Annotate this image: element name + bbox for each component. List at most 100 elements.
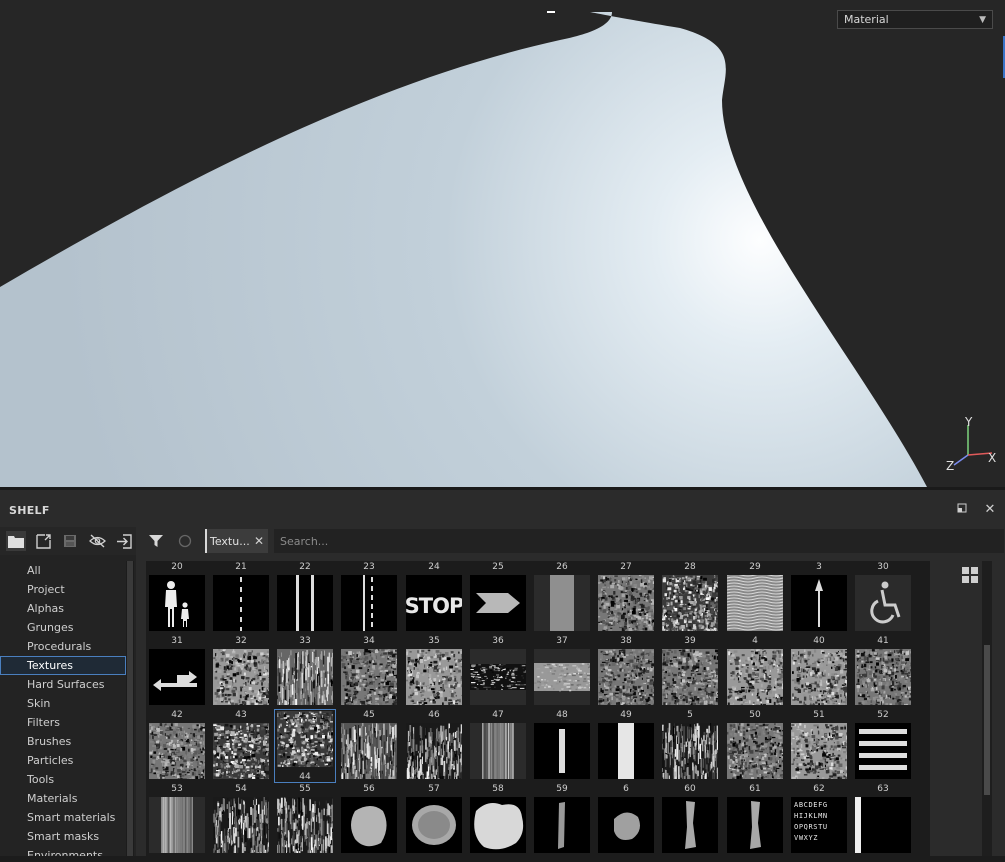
- shelf-categories-panel: All Project Alphas Grunges Procedurals T…: [0, 527, 136, 862]
- resource-item-36[interactable]: 36: [467, 635, 529, 709]
- resource-item-42[interactable]: 42: [146, 709, 208, 783]
- resource-item-59[interactable]: 59: [531, 783, 593, 857]
- resource-item-3[interactable]: 3: [788, 561, 850, 635]
- resource-item-label: 37: [556, 636, 568, 646]
- shelf-header: SHELF ✕: [0, 493, 1005, 527]
- resource-item-25[interactable]: 25: [467, 561, 529, 635]
- resource-item-57[interactable]: 57: [403, 783, 465, 857]
- category-smart-materials[interactable]: Smart materials: [0, 808, 126, 827]
- resource-item-5[interactable]: 5: [659, 709, 721, 783]
- category-procedurals[interactable]: Procedurals: [0, 637, 126, 656]
- resource-thumbnail: [534, 575, 590, 631]
- hide-icon[interactable]: [87, 531, 107, 551]
- 3d-viewport[interactable]: Material ▼ Y X Z: [0, 0, 1005, 490]
- resource-item-label: 56: [363, 784, 375, 794]
- resource-item-label: 55: [299, 784, 311, 794]
- category-materials[interactable]: Materials: [0, 789, 126, 808]
- resource-item-label: 39: [684, 636, 696, 646]
- resource-item-label: 21: [235, 562, 247, 572]
- resource-item-24[interactable]: 24 STOP: [403, 561, 465, 635]
- resource-item-52[interactable]: 52: [852, 709, 914, 783]
- resource-item-27[interactable]: 27: [595, 561, 657, 635]
- resource-thumbnail: [855, 649, 911, 705]
- resource-thumbnail: [662, 723, 718, 779]
- filter-icon[interactable]: [147, 532, 165, 550]
- resource-item-63[interactable]: 63: [852, 783, 914, 857]
- category-particles[interactable]: Particles: [0, 751, 126, 770]
- resource-item-58[interactable]: 58: [467, 783, 529, 857]
- resource-item-31[interactable]: 31: [146, 635, 208, 709]
- resource-item-46[interactable]: 46: [403, 709, 465, 783]
- resource-item-21[interactable]: 21: [210, 561, 272, 635]
- resource-item-60[interactable]: 60: [659, 783, 721, 857]
- resource-item-26[interactable]: 26: [531, 561, 593, 635]
- resource-item-41[interactable]: 41: [852, 635, 914, 709]
- maximize-icon[interactable]: [955, 503, 969, 517]
- svg-text:STOP: STOP: [406, 594, 462, 618]
- close-icon[interactable]: ✕: [983, 503, 997, 517]
- resource-item-62[interactable]: 62 ABCDEFG HIJKLMN OPQRSTU VWXYZ: [788, 783, 850, 857]
- category-all[interactable]: All: [0, 561, 126, 580]
- resource-item-33[interactable]: 33: [274, 635, 336, 709]
- filter-chip-textures[interactable]: Textu... ✕: [205, 529, 268, 553]
- resource-item-43[interactable]: 43: [210, 709, 272, 783]
- resource-thumbnail: [213, 649, 269, 705]
- resource-item-50[interactable]: 50: [724, 709, 786, 783]
- resource-item-20[interactable]: 20: [146, 561, 208, 635]
- resource-item-4[interactable]: 4: [724, 635, 786, 709]
- resource-item-48[interactable]: 48: [531, 709, 593, 783]
- category-hard-surfaces[interactable]: Hard Surfaces: [0, 675, 126, 694]
- resource-item-28[interactable]: 28: [659, 561, 721, 635]
- resource-item-30[interactable]: 30: [852, 561, 914, 635]
- resource-thumbnail: [149, 797, 205, 853]
- resource-thumbnail: [470, 649, 526, 705]
- category-scrollbar[interactable]: [126, 561, 134, 862]
- new-resource-icon[interactable]: [33, 531, 53, 551]
- resource-item-23[interactable]: 23: [338, 561, 400, 635]
- resource-item-39[interactable]: 39: [659, 635, 721, 709]
- resource-item-40[interactable]: 40: [788, 635, 850, 709]
- resource-thumbnail: [727, 575, 783, 631]
- resource-item-47[interactable]: 47: [467, 709, 529, 783]
- folder-icon[interactable]: [6, 531, 26, 551]
- resource-item-22[interactable]: 22: [274, 561, 336, 635]
- category-skin[interactable]: Skin: [0, 694, 126, 713]
- close-icon[interactable]: ✕: [254, 534, 264, 548]
- category-textures[interactable]: Textures: [0, 656, 126, 675]
- resource-item-29[interactable]: 29: [724, 561, 786, 635]
- resource-item-34[interactable]: 34: [338, 635, 400, 709]
- search-input[interactable]: [274, 529, 1004, 553]
- resource-item-53[interactable]: 53: [146, 783, 208, 857]
- resource-item-35[interactable]: 35: [403, 635, 465, 709]
- category-grunges[interactable]: Grunges: [0, 618, 126, 637]
- category-smart-masks[interactable]: Smart masks: [0, 827, 126, 846]
- resource-thumbnail: [534, 797, 590, 853]
- resource-item-37[interactable]: 37: [531, 635, 593, 709]
- category-filters[interactable]: Filters: [0, 713, 126, 732]
- category-project[interactable]: Project: [0, 580, 126, 599]
- resource-item-label: 28: [684, 562, 696, 572]
- resource-item-32[interactable]: 32: [210, 635, 272, 709]
- import-icon[interactable]: [114, 531, 134, 551]
- save-icon[interactable]: [60, 531, 80, 551]
- resource-item-45[interactable]: 45: [338, 709, 400, 783]
- category-alphas[interactable]: Alphas: [0, 599, 126, 618]
- category-brushes[interactable]: Brushes: [0, 732, 126, 751]
- viewport-mode-select[interactable]: Material ▼: [837, 10, 993, 29]
- resource-item-61[interactable]: 61: [724, 783, 786, 857]
- category-tools[interactable]: Tools: [0, 770, 126, 789]
- resource-item-44[interactable]: 44: [274, 709, 336, 783]
- reset-filter-icon[interactable]: [176, 532, 194, 550]
- resource-item-38[interactable]: 38: [595, 635, 657, 709]
- grid-scrollbar[interactable]: [982, 561, 992, 862]
- resource-item-6[interactable]: 6: [595, 783, 657, 857]
- resource-item-56[interactable]: 56: [338, 783, 400, 857]
- resource-item-51[interactable]: 51: [788, 709, 850, 783]
- resource-item-55[interactable]: 55: [274, 783, 336, 857]
- resource-item-label: 61: [749, 784, 761, 794]
- resource-item-54[interactable]: 54: [210, 783, 272, 857]
- resource-item-label: 52: [877, 710, 889, 720]
- filter-bar: Textu... ✕: [136, 527, 1005, 555]
- grid-view-icon[interactable]: [962, 567, 978, 583]
- resource-item-49[interactable]: 49: [595, 709, 657, 783]
